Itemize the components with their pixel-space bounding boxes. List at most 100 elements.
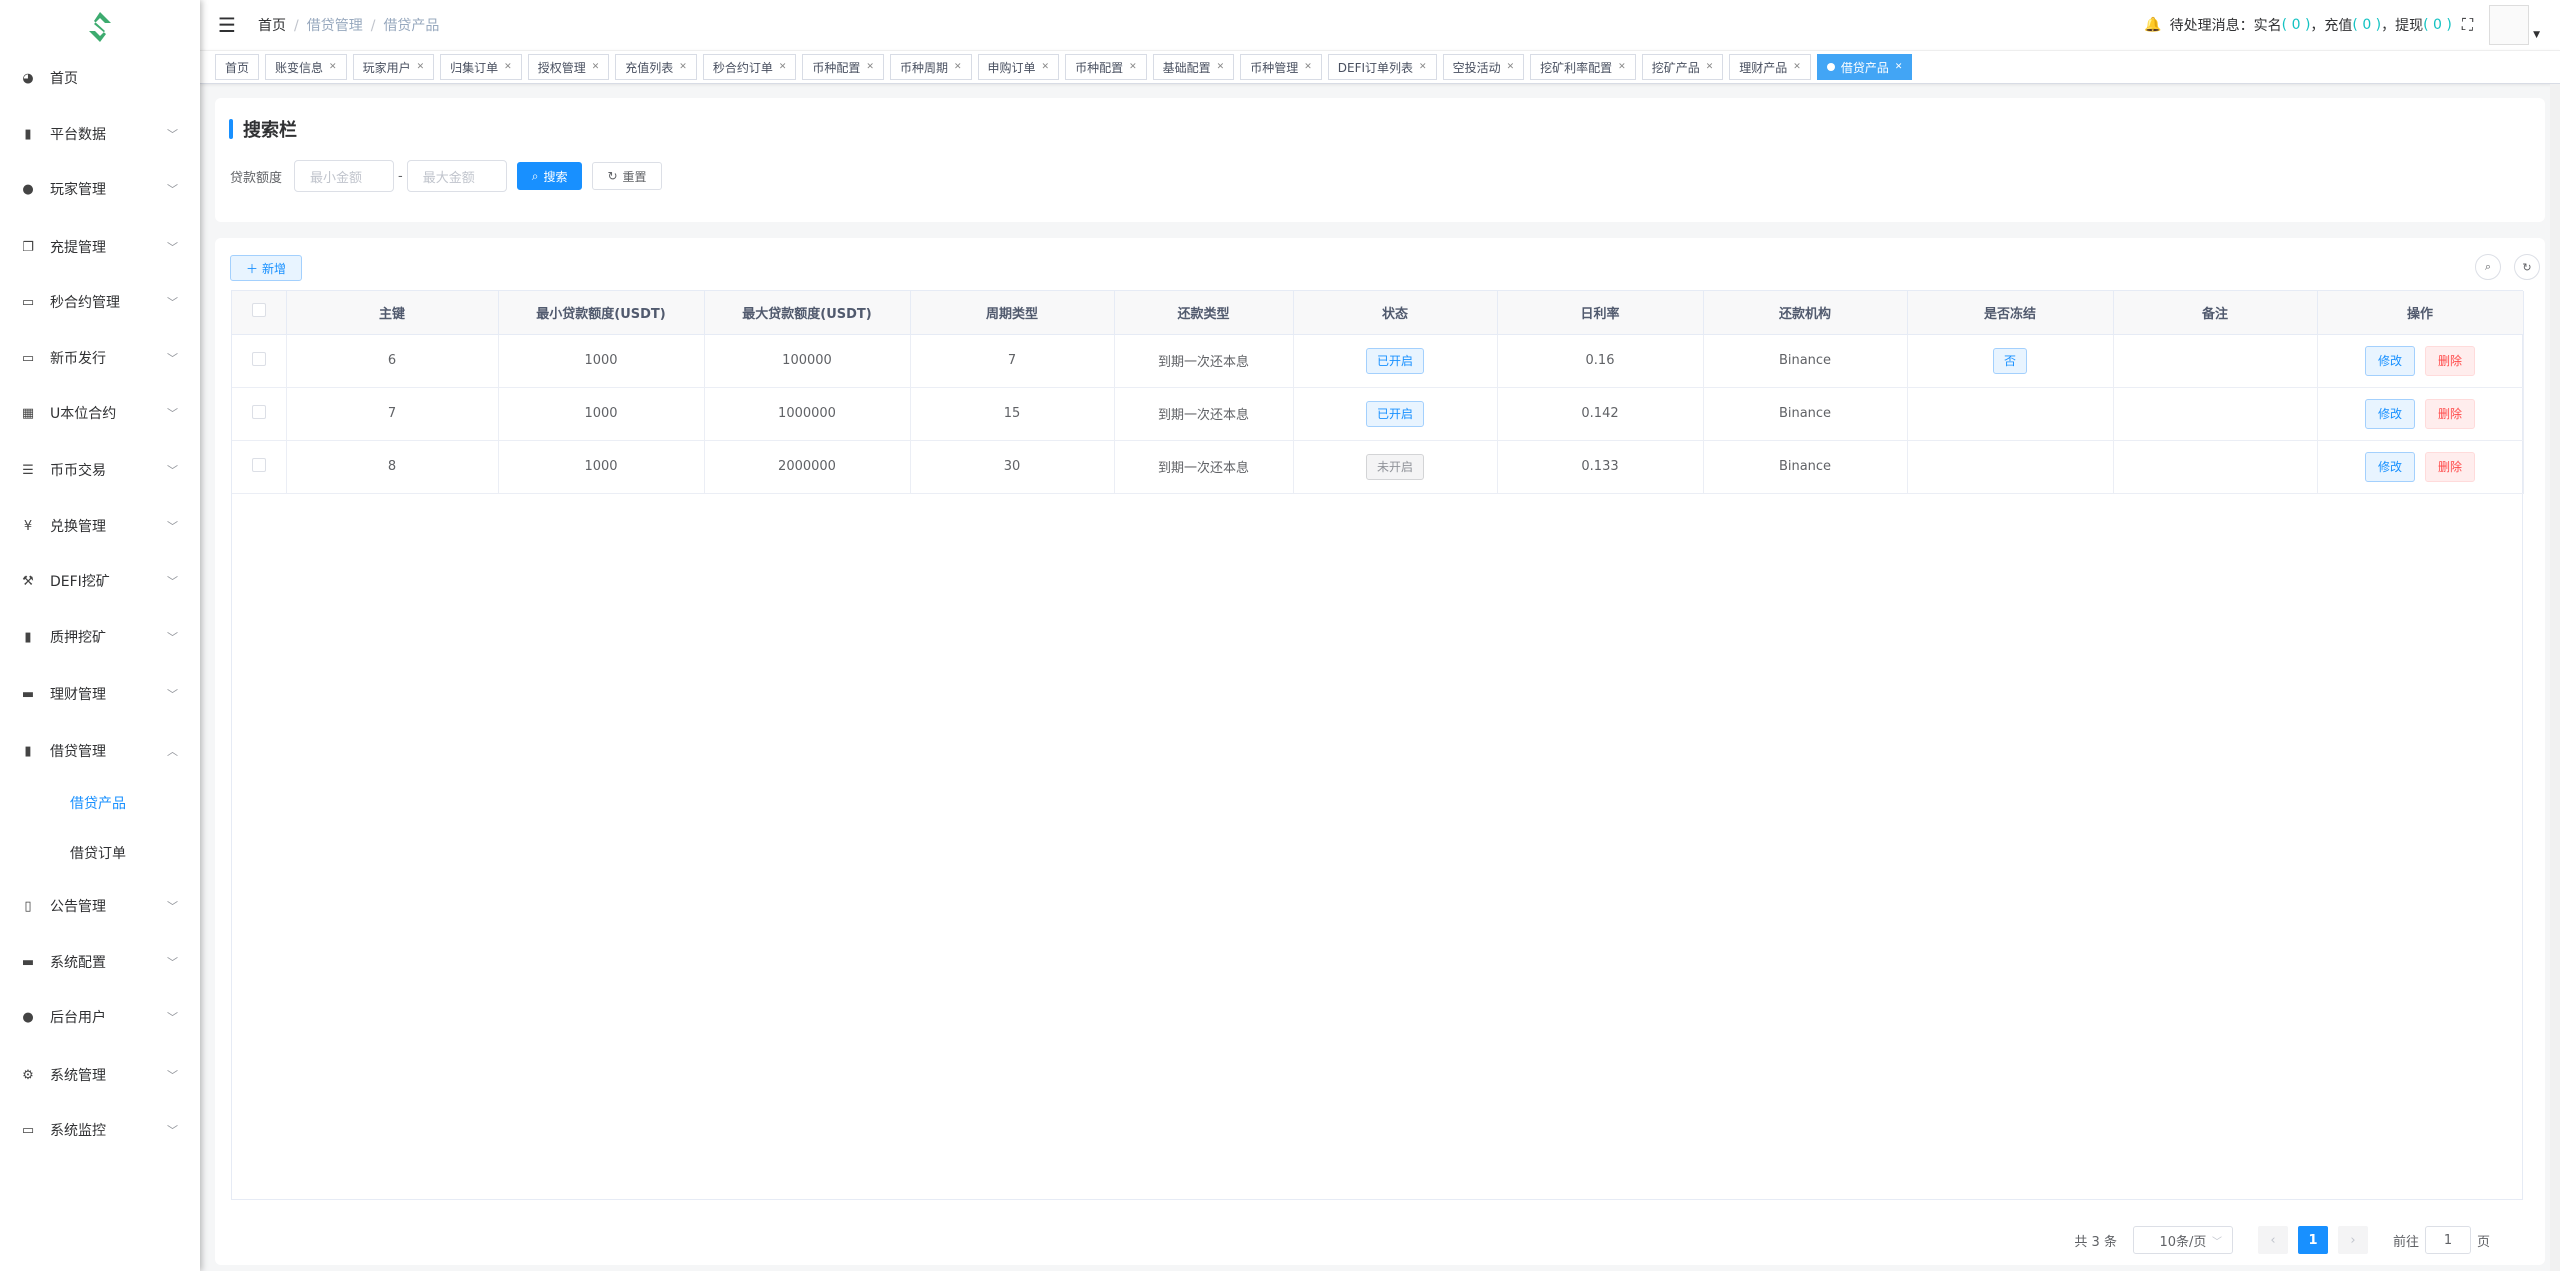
sidebar-item[interactable]: ▦ U本位合约 ﹀ <box>0 393 200 433</box>
tag-item[interactable]: DEFI订单列表 ✕ <box>1327 54 1437 80</box>
toggle-search-button[interactable]: ⌕ <box>2475 254 2501 280</box>
prev-page-button[interactable]: ‹ <box>2257 1226 2288 1254</box>
column-header: 最大贷款额度(USDT) <box>704 291 911 335</box>
close-icon[interactable]: ✕ <box>592 62 600 72</box>
row-checkbox[interactable] <box>251 351 266 366</box>
close-icon[interactable]: ✕ <box>779 62 787 72</box>
min-amount-input[interactable]: 最小金额 <box>294 160 395 192</box>
close-icon[interactable]: ✕ <box>1706 62 1714 72</box>
max-amount-input[interactable]: 最大金额 <box>406 160 507 192</box>
sidebar-item[interactable]: ▮ 借贷管理 ︿ <box>0 731 200 771</box>
tag-item[interactable]: 授权管理 ✕ <box>527 54 610 80</box>
reset-button[interactable]: ↻ 重置 <box>592 162 662 190</box>
tag-item[interactable]: 秒合约订单 ✕ <box>702 54 797 80</box>
tag-item[interactable]: 账变信息 ✕ <box>265 54 347 80</box>
tag-item[interactable]: 理财产品 ✕ <box>1729 54 1811 80</box>
sidebar-item[interactable]: ⚙ 系统管理 ﹀ <box>0 1055 200 1095</box>
sidebar-item[interactable]: ▭ 秒合约管理 ﹀ <box>0 282 200 322</box>
edit-button[interactable]: 修改 <box>2364 451 2415 482</box>
sidebar-item[interactable]: ▮ 平台数据 ﹀ <box>0 114 200 154</box>
fullscreen-icon[interactable]: ⛶ <box>2462 15 2473 35</box>
sidebar-subitem[interactable]: 借贷产品 <box>0 783 200 823</box>
sidebar-item[interactable]: ● 玩家管理 ﹀ <box>0 169 200 209</box>
page-size-select[interactable]: 10条/页 ﹀ <box>2132 1226 2233 1254</box>
sidebar-item[interactable]: ▯ 公告管理 ﹀ <box>0 886 200 926</box>
logo[interactable] <box>0 0 200 54</box>
sidebar-item[interactable]: ▬ 理财管理 ﹀ <box>0 674 200 714</box>
close-icon[interactable]: ✕ <box>1419 62 1427 72</box>
column-header: 最小贷款额度(USDT) <box>498 291 705 335</box>
sidebar-item[interactable]: ▭ 系统监控 ﹀ <box>0 1110 200 1150</box>
close-icon[interactable]: ✕ <box>417 62 425 72</box>
next-page-button[interactable]: › <box>2337 1226 2368 1254</box>
tag-item[interactable]: 充值列表 ✕ <box>615 54 697 80</box>
tag-item[interactable]: 空投活动 ✕ <box>1442 54 1525 80</box>
close-icon[interactable]: ✕ <box>954 62 962 72</box>
row-checkbox[interactable] <box>251 404 266 419</box>
bell-icon[interactable]: 🔔 <box>2144 17 2161 33</box>
close-icon[interactable]: ✕ <box>1129 62 1137 72</box>
avatar[interactable] <box>2489 5 2530 45</box>
sidebar-item[interactable]: ☰ 币币交易 ﹀ <box>0 450 200 490</box>
close-icon[interactable]: ✕ <box>679 62 687 72</box>
tag-item[interactable]: 借贷产品 ✕ <box>1816 54 1913 80</box>
sidebar-item[interactable]: ◕ 首页 <box>0 58 200 98</box>
close-icon[interactable]: ✕ <box>1217 62 1225 72</box>
close-icon[interactable]: ✕ <box>1618 62 1626 72</box>
status-badge: 已开启 <box>1365 347 1424 374</box>
close-icon[interactable]: ✕ <box>1793 62 1801 72</box>
hamburger-icon[interactable]: ☰ <box>218 13 242 37</box>
tag-item[interactable]: 归集订单 ✕ <box>440 54 522 80</box>
refresh-button[interactable]: ↻ <box>2514 254 2540 280</box>
close-icon[interactable]: ✕ <box>866 62 874 72</box>
close-icon[interactable]: ✕ <box>1507 62 1515 72</box>
close-icon[interactable]: ✕ <box>504 62 512 72</box>
page-scrollbar[interactable] <box>2550 84 2560 1271</box>
realname-label[interactable]: 实名 <box>2254 15 2282 35</box>
delete-button[interactable]: 删除 <box>2425 345 2476 376</box>
sidebar-item[interactable]: ❐ 充提管理 ﹀ <box>0 227 200 267</box>
cell-cycle: 30 <box>910 440 1115 494</box>
row-checkbox[interactable] <box>251 457 266 472</box>
edit-button[interactable]: 修改 <box>2364 398 2415 429</box>
tag-item[interactable]: 币种管理 ✕ <box>1240 54 1322 80</box>
sidebar-item[interactable]: ● 后台用户 ﹀ <box>0 997 200 1037</box>
top-navbar: ☰ 首页 / 借贷管理 / 借贷产品 🔔 待处理消息： 实名( 0 ) ，充值( 0 )… <box>200 0 2560 50</box>
sidebar-item[interactable]: ¥ 兑换管理 ﹀ <box>0 506 200 546</box>
tag-item[interactable]: 首页 <box>215 54 260 80</box>
cell-org: Binance <box>1703 387 1908 441</box>
close-icon[interactable]: ✕ <box>1042 62 1050 72</box>
delete-button[interactable]: 删除 <box>2425 398 2476 429</box>
tag-item[interactable]: 币种周期 ✕ <box>889 54 972 80</box>
close-icon[interactable]: ✕ <box>1304 62 1312 72</box>
tag-item[interactable]: 币种配置 ✕ <box>1065 54 1147 80</box>
sidebar-item[interactable]: ▬ 系统配置 ﹀ <box>0 942 200 982</box>
close-icon[interactable]: ✕ <box>1895 62 1903 72</box>
tag-item[interactable]: 挖矿产品 ✕ <box>1641 54 1724 80</box>
withdraw-count[interactable]: ( 0 ) <box>2423 17 2452 33</box>
add-button[interactable]: ＋ 新增 <box>230 255 302 281</box>
recharge-label[interactable]: ，充值 <box>2310 15 2352 35</box>
sidebar-subitem[interactable]: 借贷订单 <box>0 833 200 873</box>
tag-item[interactable]: 申购订单 ✕ <box>977 54 1060 80</box>
tag-item[interactable]: 玩家用户 ✕ <box>352 54 435 80</box>
page-1-button[interactable]: 1 <box>2297 1226 2328 1254</box>
dashboard-icon: ◕ <box>22 70 34 86</box>
tag-item[interactable]: 挖矿利率配置 ✕ <box>1530 54 1636 80</box>
tag-item[interactable]: 基础配置 ✕ <box>1152 54 1235 80</box>
goto-page-input[interactable]: 1 <box>2424 1226 2471 1254</box>
sidebar-item[interactable]: ⚒ DEFI挖矿 ﹀ <box>0 561 200 601</box>
close-icon[interactable]: ✕ <box>329 62 337 72</box>
withdraw-label[interactable]: ，提现 <box>2381 15 2423 35</box>
sidebar-item[interactable]: ▭ 新币发行 ﹀ <box>0 338 200 378</box>
breadcrumb-home[interactable]: 首页 <box>258 18 286 34</box>
search-button[interactable]: ⌕ 搜索 <box>516 162 583 190</box>
recharge-count[interactable]: ( 0 ) <box>2352 17 2381 33</box>
caret-down-icon[interactable]: ▼ <box>2533 30 2540 40</box>
realname-count[interactable]: ( 0 ) <box>2282 17 2311 33</box>
sidebar-item[interactable]: ▮ 质押挖矿 ﹀ <box>0 617 200 657</box>
edit-button[interactable]: 修改 <box>2364 345 2415 376</box>
delete-button[interactable]: 删除 <box>2425 451 2476 482</box>
tag-item[interactable]: 币种配置 ✕ <box>802 54 884 80</box>
select-all-checkbox[interactable] <box>251 303 266 318</box>
